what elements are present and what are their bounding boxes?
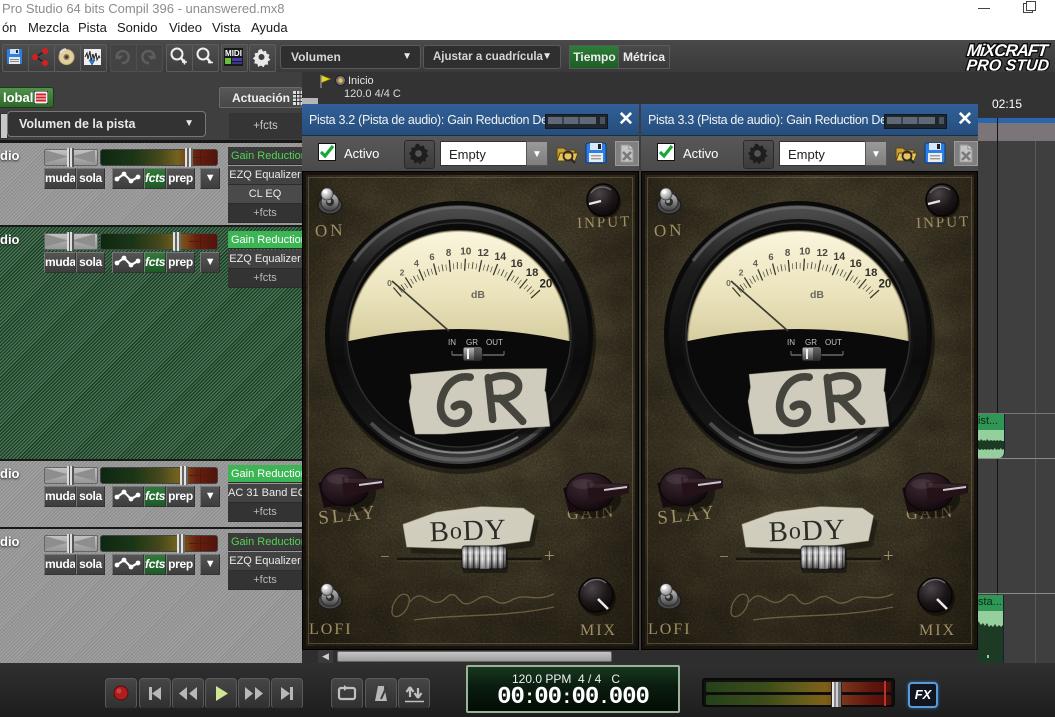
svg-text:PRO STUD: PRO STUD (966, 57, 1051, 71)
svg-text:MIDI: MIDI (225, 49, 242, 58)
